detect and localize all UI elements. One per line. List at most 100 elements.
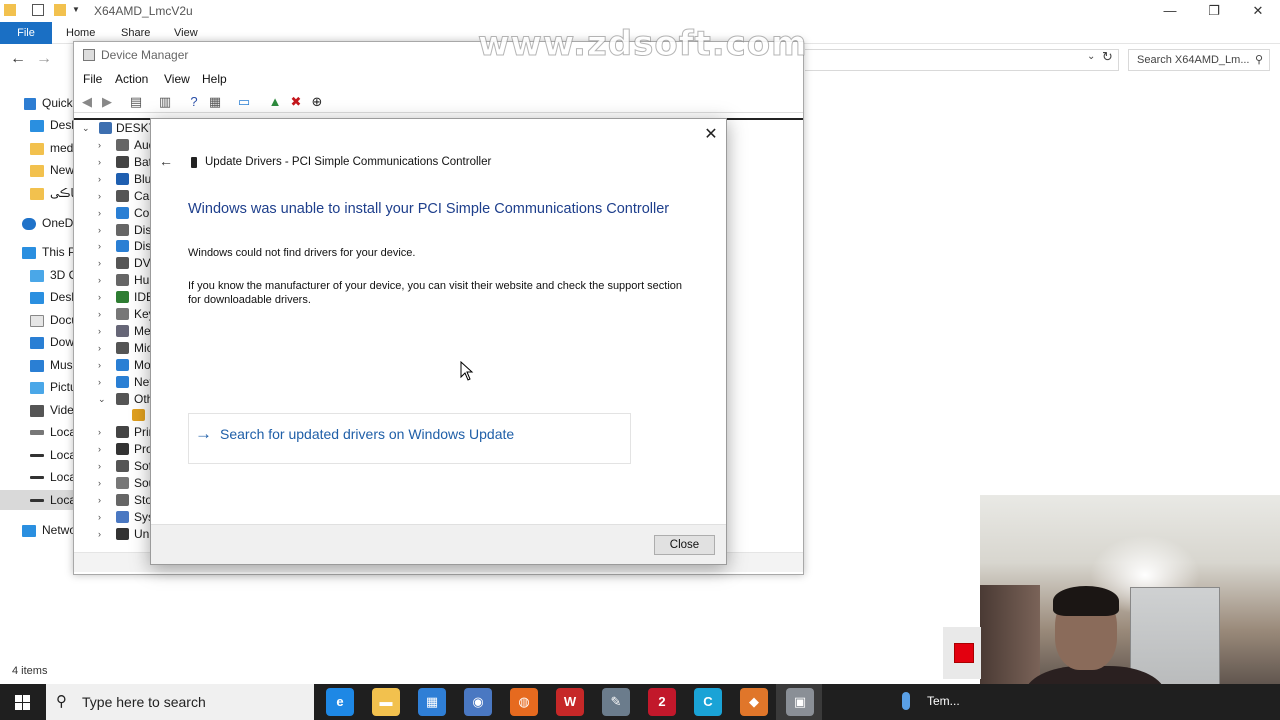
new-folder-icon[interactable] <box>54 4 66 16</box>
forward-icon[interactable]: ▶ <box>99 94 115 110</box>
drive-icon <box>30 499 44 503</box>
device-category-icon <box>116 139 129 151</box>
device-category-icon <box>116 308 129 320</box>
device-category-icon <box>116 393 129 405</box>
nav-label: Quick <box>42 96 73 110</box>
store-icon[interactable]: ▦ <box>418 688 446 716</box>
device-app-icon[interactable]: ◉ <box>464 688 492 716</box>
app-2023-icon[interactable]: W <box>556 688 584 716</box>
tree-label: Mo <box>134 358 151 372</box>
ccleaner-icon[interactable]: C <box>694 688 722 716</box>
chevron-right-icon: › <box>98 444 101 454</box>
tree-label: Me <box>134 324 151 338</box>
nav-label: Musi <box>50 358 76 372</box>
close-icon[interactable]: ✕ <box>699 123 723 147</box>
window-title: X64AMD_LmcV2u <box>94 4 193 18</box>
nav-item-local-disk-selected[interactable]: Loca <box>0 490 74 510</box>
restore-button[interactable]: ❐ <box>1192 1 1236 21</box>
search-icon: ⚲ <box>1254 54 1263 66</box>
watermark: www.zdsoft.com <box>478 24 808 65</box>
fox-app-icon[interactable]: ◆ <box>740 688 768 716</box>
drive-icon <box>30 476 44 480</box>
device-category-icon <box>116 511 129 523</box>
record-button[interactable] <box>943 627 981 679</box>
search-icon: ⚲ <box>56 693 67 710</box>
menu-action[interactable]: Action <box>115 72 148 86</box>
device-manager-title: Device Manager <box>101 48 189 62</box>
thermometer-icon <box>902 692 910 710</box>
chevron-right-icon: › <box>98 495 101 505</box>
back-arrow-icon[interactable]: ← <box>10 50 26 68</box>
taskbar-search-box[interactable]: ⚲ Type here to search <box>46 684 314 720</box>
device-manager-app-icon[interactable]: ▣ <box>786 688 814 716</box>
chevron-right-icon: › <box>98 292 101 302</box>
option-label: Search for updated drivers on Windows Up… <box>220 426 515 442</box>
menu-view[interactable]: View <box>164 72 190 86</box>
device-category-icon <box>116 528 129 540</box>
chevron-right-icon: › <box>98 208 101 218</box>
view-icon[interactable]: ▦ <box>207 94 223 110</box>
chevron-right-icon: › <box>98 343 101 353</box>
back-arrow-icon[interactable]: ← <box>159 153 173 169</box>
tab-file[interactable]: File <box>0 22 52 44</box>
device-category-icon <box>116 224 129 236</box>
scan-hardware-icon[interactable]: ▭ <box>236 94 252 110</box>
device-category-icon <box>116 291 129 303</box>
chevron-right-icon: › <box>98 225 101 235</box>
device-category-icon <box>116 156 129 168</box>
chevron-right-icon: › <box>98 241 101 251</box>
search-windows-update-option[interactable]: → Search for updated drivers on Windows … <box>188 413 631 464</box>
close-button[interactable]: Close <box>654 535 715 555</box>
uninstall-icon[interactable]: ✖ <box>288 94 304 110</box>
download-icon[interactable]: ⊕ <box>309 94 325 110</box>
chevron-right-icon: › <box>98 157 101 167</box>
start-button[interactable] <box>0 684 46 720</box>
device-category-icon <box>116 477 129 489</box>
minimize-button[interactable]: — <box>1148 1 1192 21</box>
device-category-icon <box>116 325 129 337</box>
search-input[interactable]: Search X64AMD_Lm... ⚲ <box>1128 49 1270 71</box>
chevron-right-icon: › <box>98 174 101 184</box>
chevron-right-icon: › <box>98 309 101 319</box>
device-category-icon <box>116 359 129 371</box>
weather-label[interactable]: Tem... <box>927 694 960 708</box>
device-category-icon <box>116 342 129 354</box>
device-category-icon <box>116 376 129 388</box>
tree-label: Blu <box>134 172 152 186</box>
device-category-icon <box>116 426 129 438</box>
file-explorer-icon[interactable]: ▬ <box>372 688 400 716</box>
taskbar: ⚲ Type here to search e ▬ ▦ ◉ ◍ W ✎ 2 C ◆ ▣ Tem... <box>0 684 1280 720</box>
properties-icon[interactable] <box>32 4 44 16</box>
desktop-icon <box>30 119 44 132</box>
star-icon <box>24 97 36 110</box>
close-button[interactable]: ✕ <box>1236 1 1280 21</box>
chevron-right-icon: › <box>98 427 101 437</box>
toolbar: ◀ ▶ ▤ ▥ ? ▦ ▭ ▲ ✖ ⊕ <box>74 91 803 113</box>
forward-arrow-icon[interactable]: → <box>36 50 52 68</box>
properties-icon[interactable]: ▥ <box>157 94 173 110</box>
folder-icon <box>4 4 16 16</box>
chevron-right-icon: › <box>98 461 101 471</box>
chevron-down-icon: ⌄ <box>82 123 90 133</box>
firefox-icon[interactable]: ◍ <box>510 688 538 716</box>
edge-icon[interactable]: e <box>326 688 354 716</box>
folder-icon <box>30 187 44 200</box>
paint-app-icon[interactable]: ✎ <box>602 688 630 716</box>
help-icon[interactable]: ? <box>186 94 202 110</box>
show-hide-tree-icon[interactable]: ▤ <box>128 94 144 110</box>
windows-logo-icon <box>15 695 30 710</box>
menu-help[interactable]: Help <box>202 72 227 86</box>
device-category-icon <box>116 240 129 252</box>
device-category-icon <box>116 207 129 219</box>
chevron-right-icon: › <box>98 140 101 150</box>
refresh-icon[interactable]: ↻ <box>1102 49 1113 65</box>
zwcad-icon[interactable]: 2 <box>648 688 676 716</box>
chevron-right-icon: › <box>98 191 101 201</box>
address-input[interactable] <box>805 49 1119 71</box>
navigation-pane: Quick Desk med New ڪاڪی OneDr This Pc 3D… <box>0 90 85 550</box>
update-driver-icon[interactable]: ▲ <box>267 94 283 110</box>
quick-access-dropdown-icon[interactable]: ▼ <box>72 4 84 16</box>
back-icon[interactable]: ◀ <box>79 94 95 110</box>
menu-file[interactable]: File <box>83 72 102 86</box>
chevron-down-icon[interactable]: ⌄ <box>1087 51 1095 62</box>
